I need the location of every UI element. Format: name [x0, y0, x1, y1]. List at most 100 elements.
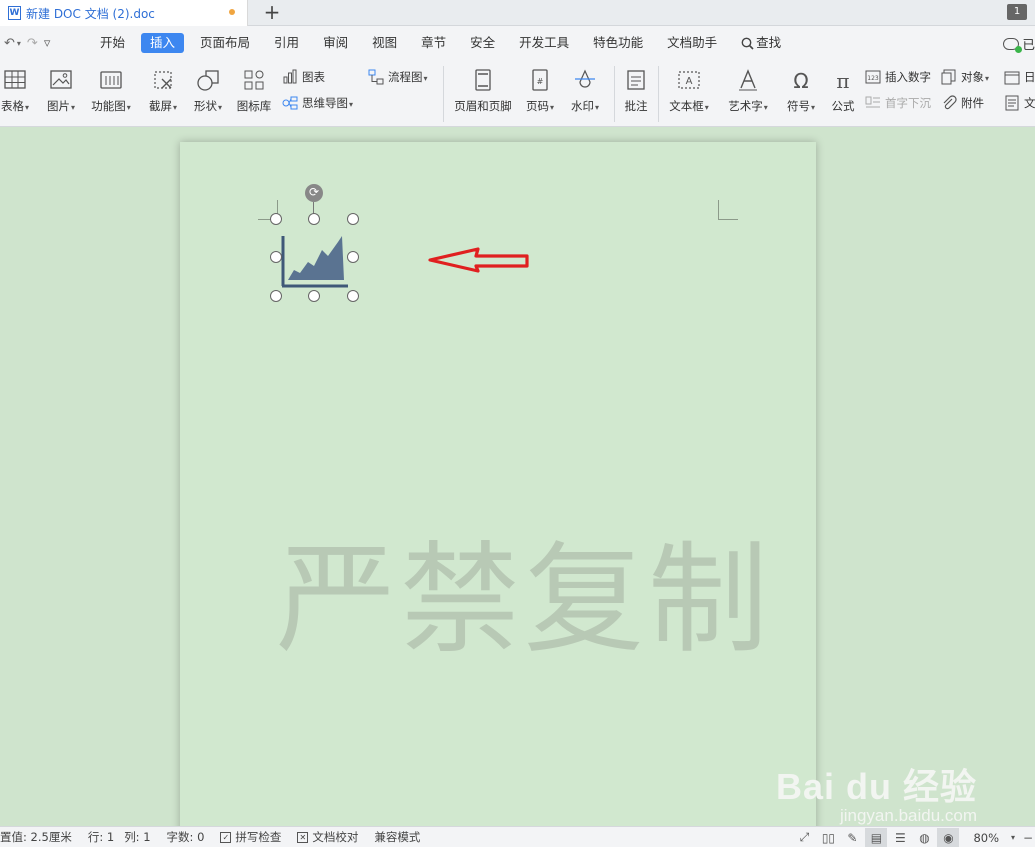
shape-label: 形状 — [189, 98, 227, 114]
object-button[interactable]: 对象 — [941, 69, 989, 85]
chart-button[interactable]: 图表 — [282, 69, 325, 85]
undo-icon[interactable]: ↶ — [4, 36, 15, 51]
eye-protection-icon[interactable]: ◉ — [937, 828, 960, 847]
search-icon — [741, 37, 754, 50]
new-tab-button[interactable]: + — [262, 1, 282, 23]
spell-check-button[interactable]: ✓ 拼写检查 — [220, 829, 281, 845]
status-position[interactable]: 置值: 2.5厘米 — [0, 829, 72, 845]
quick-access-toolbar: ↶ ▾ ↷ ▿ — [0, 36, 88, 51]
resize-handle-bottom[interactable] — [308, 290, 320, 302]
doc-proof-button[interactable]: ✕ 文档校对 — [297, 829, 358, 845]
zoom-dropdown-icon[interactable]: ▾ — [1007, 828, 1019, 847]
number-icon: 123 — [865, 70, 881, 84]
zoom-out-icon[interactable]: − — [1021, 828, 1035, 847]
search-button[interactable]: 查找 — [729, 33, 793, 53]
svg-text:Ω: Ω — [793, 69, 808, 92]
document-title: 新建 DOC 文档 (2).doc — [26, 6, 155, 21]
picture-button[interactable]: 图片 — [42, 68, 80, 114]
flowchart-button[interactable]: 流程图 — [368, 69, 428, 85]
page-view-icon[interactable]: ▤ — [865, 828, 888, 847]
insert-ribbon: 表格 图片 功能图 截屏 形状 图标库 图表 思维导图 流程图 页眉和页脚 # … — [0, 60, 1035, 127]
customize-toolbar-icon[interactable]: ▿ — [44, 36, 51, 51]
area-chart-fill — [288, 236, 344, 280]
document-button[interactable]: 文 — [1004, 95, 1035, 111]
resize-handle-right[interactable] — [347, 251, 359, 263]
menu-home[interactable]: 开始 — [88, 33, 137, 53]
mind-map-button[interactable]: 思维导图 — [282, 95, 353, 111]
icon-library-button[interactable]: 图标库 — [234, 68, 274, 114]
table-label: 表格 — [0, 98, 32, 114]
cloud-sync-status[interactable]: 已 — [1003, 34, 1035, 53]
document-page[interactable]: ⟳ 严禁复制 — [180, 142, 816, 826]
menu-page-layout[interactable]: 页面布局 — [188, 33, 262, 53]
reading-mode-icon[interactable]: ▯▯ — [817, 828, 839, 847]
ribbon-separator — [614, 66, 615, 122]
function-chart-button[interactable]: 功能图 — [87, 68, 135, 114]
menu-view[interactable]: 视图 — [360, 33, 409, 53]
shape-button[interactable]: 形状 — [189, 68, 227, 114]
spell-check-icon: ✓ — [220, 831, 232, 843]
drop-cap-label: 首字下沉 — [885, 96, 931, 110]
picture-icon — [50, 70, 72, 89]
pi-icon: π — [836, 69, 849, 93]
menu-bar: ↶ ▾ ↷ ▿ 开始 插入 页面布局 引用 审阅 视图 章节 安全 开发工具 特… — [0, 26, 1035, 60]
drop-cap-button[interactable]: 首字下沉 — [865, 95, 931, 111]
insert-number-button[interactable]: 123 插入数字 — [865, 69, 931, 85]
textbox-button[interactable]: A 文本框 — [664, 68, 714, 114]
pen-icon[interactable]: ✎ — [841, 828, 863, 847]
table-icon — [4, 70, 26, 89]
attachment-button[interactable]: 附件 — [941, 95, 984, 111]
watermark-text: 严禁复制 — [276, 531, 772, 670]
resize-handle-top-left[interactable] — [270, 213, 282, 225]
window-count-badge[interactable]: 1 — [1007, 4, 1027, 20]
redo-icon[interactable]: ↷ — [27, 36, 38, 51]
menu-developer[interactable]: 开发工具 — [507, 33, 581, 53]
resize-handle-bottom-left[interactable] — [270, 290, 282, 302]
header-footer-icon — [475, 69, 491, 91]
omega-icon: Ω — [793, 69, 808, 93]
wordart-icon — [739, 69, 757, 91]
resize-handle-bottom-right[interactable] — [347, 290, 359, 302]
status-bar: 置值: 2.5厘米 行: 1 列: 1 字数: 0 ✓ 拼写检查 ✕ 文档校对 兼容… — [0, 826, 1035, 847]
svg-text:123: 123 — [867, 75, 879, 82]
table-button[interactable]: 表格 — [0, 68, 32, 114]
header-footer-button[interactable]: 页眉和页脚 — [450, 68, 516, 114]
symbol-button[interactable]: Ω 符号 — [782, 68, 820, 114]
page-number-button[interactable]: # 页码 — [521, 68, 559, 114]
svg-text:A: A — [686, 76, 693, 87]
resize-handle-top-right[interactable] — [347, 213, 359, 225]
wordart-button[interactable]: 艺术字 — [722, 68, 774, 114]
formula-button[interactable]: π 公式 — [827, 68, 859, 114]
menu-review[interactable]: 审阅 — [311, 33, 360, 53]
menu-doc-assistant[interactable]: 文档助手 — [655, 33, 729, 53]
fullscreen-icon[interactable]: ⤢ — [793, 828, 815, 847]
document-label: 文 — [1024, 96, 1035, 110]
insert-number-label: 插入数字 — [885, 70, 931, 84]
resize-handle-top[interactable] — [308, 213, 320, 225]
menu-security[interactable]: 安全 — [458, 33, 507, 53]
menu-section[interactable]: 章节 — [409, 33, 458, 53]
document-tab[interactable]: W 新建 DOC 文档 (2).doc — [0, 0, 248, 26]
screenshot-icon — [154, 71, 172, 89]
zoom-level[interactable]: 80% — [973, 831, 999, 845]
inserted-area-chart-icon[interactable] — [280, 224, 352, 294]
web-view-icon[interactable]: ◍ — [913, 828, 935, 847]
menu-insert[interactable]: 插入 — [141, 33, 185, 53]
ribbon-separator — [443, 66, 444, 122]
menu-special-features[interactable]: 特色功能 — [581, 33, 655, 53]
watermark-button[interactable]: 水印 — [566, 68, 604, 114]
screenshot-button[interactable]: 截屏 — [144, 68, 182, 114]
undo-dropdown-icon[interactable]: ▾ — [17, 39, 21, 48]
wordart-label: 艺术字 — [722, 98, 774, 114]
cloud-sync-icon — [1003, 37, 1023, 53]
menu-references[interactable]: 引用 — [262, 33, 311, 53]
document-workspace[interactable]: ⟳ 严禁复制 Bai du 经验 jingyan.baidu.com — [0, 128, 1035, 826]
date-button[interactable]: 日 — [1004, 69, 1035, 85]
word-doc-icon: W — [8, 6, 21, 20]
resize-handle-left[interactable] — [270, 251, 282, 263]
status-word-count[interactable]: 字数: 0 — [167, 829, 205, 845]
rotate-handle-icon[interactable]: ⟳ — [305, 184, 323, 202]
svg-text:#: # — [537, 77, 544, 86]
comment-button[interactable]: 批注 — [620, 68, 652, 114]
outline-view-icon[interactable]: ☰ — [889, 828, 911, 847]
